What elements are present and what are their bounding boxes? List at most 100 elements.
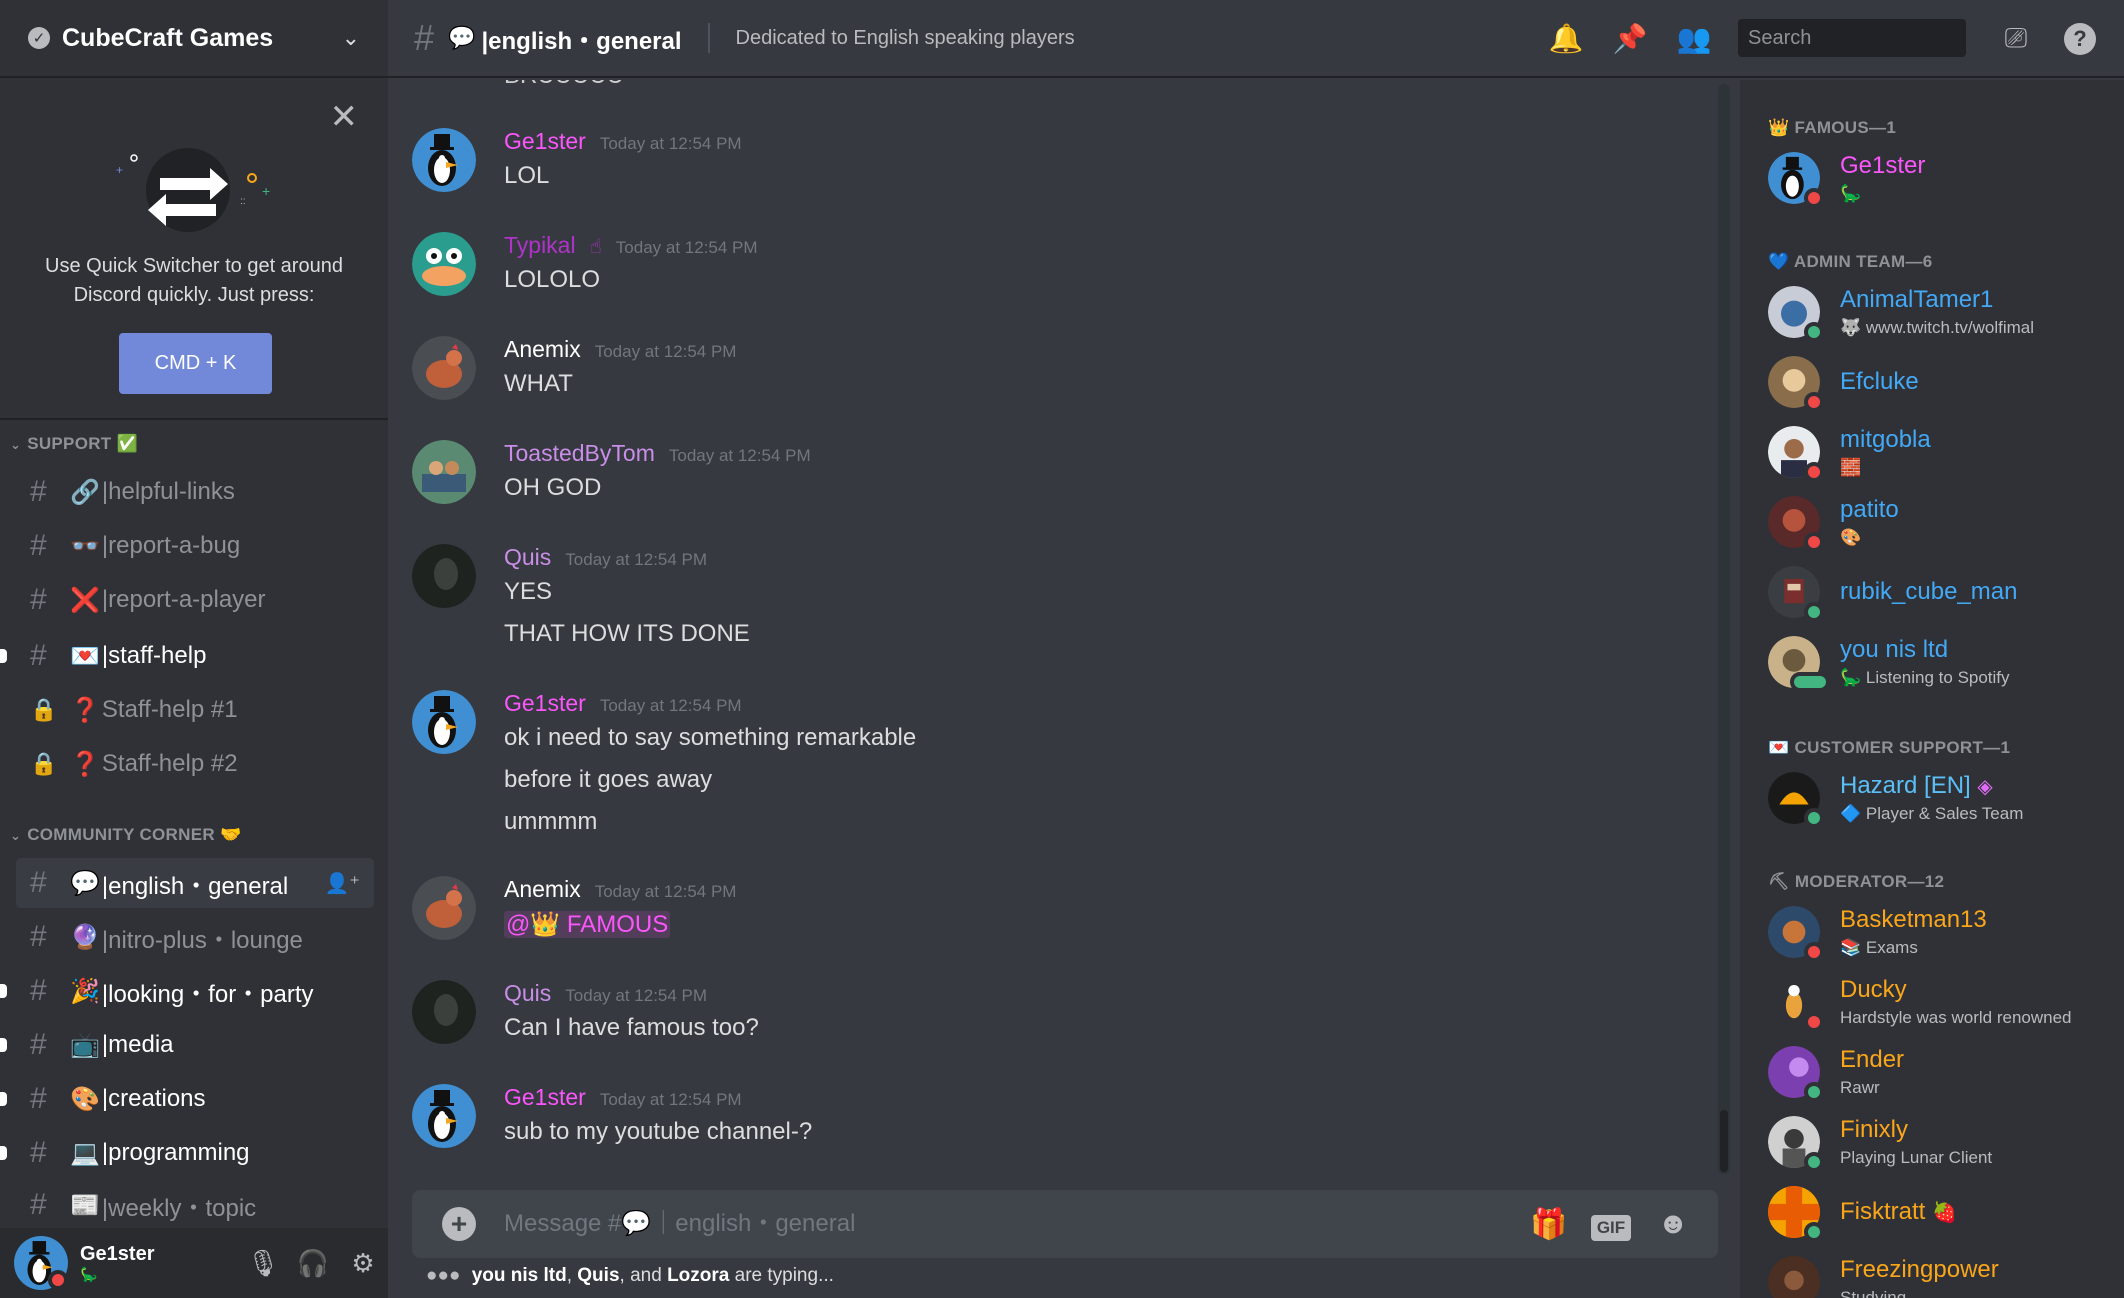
quick-switcher-icon: + + :: bbox=[116, 148, 270, 232]
status-dnd-icon bbox=[1804, 392, 1824, 412]
chicken-avatar bbox=[412, 336, 476, 400]
microphone-icon[interactable]: 🎙 bbox=[238, 1248, 288, 1279]
message-author[interactable]: Anemix bbox=[504, 876, 581, 903]
status-dnd-icon bbox=[1804, 1012, 1824, 1032]
message-author[interactable]: Ge1ster bbox=[504, 128, 586, 155]
avatar[interactable] bbox=[412, 876, 476, 940]
headphones-icon[interactable]: 🎧 bbox=[288, 1248, 338, 1279]
member-item[interactable]: Ducky Hardstyle was world renowned bbox=[1768, 976, 2118, 1036]
member-activity: 🔷 Player & Sales Team bbox=[1840, 804, 2024, 823]
bell-icon[interactable]: 🔔 bbox=[1534, 22, 1598, 55]
emoji-icon[interactable]: ☻ bbox=[1642, 1207, 1704, 1241]
message-list[interactable]: BRUUUUU Ge1ster Today at 12:54 PM LOL Ty… bbox=[388, 80, 1718, 1180]
category-community-corner[interactable]: ⌄ COMMUNITY CORNER 🤝 bbox=[10, 825, 241, 845]
search-input[interactable] bbox=[1748, 26, 2013, 50]
avatar[interactable] bbox=[14, 1236, 68, 1290]
channel-weekly-topic[interactable]: # 📰 |weekly・topic bbox=[16, 1182, 374, 1228]
close-icon[interactable]: ✕ bbox=[330, 100, 359, 134]
settings-gear-icon[interactable]: ⚙ bbox=[338, 1248, 388, 1279]
message-author[interactable]: Ge1ster bbox=[504, 1084, 586, 1111]
message-text: LOLOLO bbox=[504, 266, 601, 293]
chevron-down-icon: ⌄ bbox=[10, 828, 22, 843]
upload-plus-icon[interactable]: + bbox=[442, 1207, 476, 1241]
status-dnd-icon bbox=[1804, 532, 1824, 552]
channel-report-a-bug[interactable]: # 👓 |report-a-bug bbox=[16, 521, 374, 571]
search-bar[interactable]: ⌕ bbox=[1738, 19, 2024, 57]
scrollbar-thumb[interactable] bbox=[1720, 1110, 1728, 1172]
gift-icon[interactable]: 🎁 bbox=[1518, 1207, 1580, 1242]
member-item[interactable]: Efcluke bbox=[1768, 356, 2118, 416]
platypus-avatar bbox=[412, 232, 476, 296]
member-item[interactable]: Ender Rawr bbox=[1768, 1046, 2118, 1106]
member-item[interactable]: Basketman13 📚 Exams bbox=[1768, 906, 2118, 966]
channel-helpful-links[interactable]: # 🔗 |helpful-links bbox=[16, 467, 374, 517]
member-item[interactable]: Freezingpower Studying bbox=[1768, 1256, 2118, 1298]
avatar[interactable] bbox=[412, 544, 476, 608]
gif-button[interactable]: GIF bbox=[1580, 1207, 1642, 1241]
photo-avatar bbox=[412, 440, 476, 504]
member-item[interactable]: Ge1ster 🦕 bbox=[1768, 152, 2118, 212]
member-name: Finixly bbox=[1840, 1116, 1909, 1143]
member-item[interactable]: you nis ltd 🦕 Listening to Spotify bbox=[1768, 636, 2118, 696]
member-activity: 🦕 bbox=[1840, 184, 1862, 203]
username: Ge1ster bbox=[80, 1243, 155, 1265]
channel-media[interactable]: # 📺 |media bbox=[16, 1020, 374, 1070]
channel-english-general[interactable]: # 💬 |english・general 👤⁺ bbox=[16, 858, 374, 908]
message-author[interactable]: Ge1ster bbox=[504, 690, 586, 717]
member-item[interactable]: AnimalTamer1 🐺 www.twitch.tv/wolfimal bbox=[1768, 286, 2118, 346]
pin-icon[interactable]: 📌 bbox=[1598, 22, 1662, 55]
guild-header[interactable]: ✓ CubeCraft Games ⌄ bbox=[0, 0, 388, 78]
avatar[interactable] bbox=[412, 980, 476, 1044]
channel-nitro-plus-lounge[interactable]: # 🔮 |nitro-plus・lounge bbox=[16, 912, 374, 962]
hash-icon: # bbox=[30, 974, 47, 1007]
penguin-avatar bbox=[412, 690, 476, 754]
hash-icon: # bbox=[414, 17, 435, 58]
channel-staff-help-1[interactable]: 🔒 ❓ Staff-help #1 bbox=[16, 685, 374, 735]
avatar[interactable] bbox=[412, 690, 476, 754]
scrollbar-track[interactable] bbox=[1718, 84, 1730, 1174]
channel-creations[interactable]: # 🎨 |creations bbox=[16, 1074, 374, 1124]
hash-icon: # bbox=[30, 920, 47, 953]
channel-staff-help-2[interactable]: 🔒 ❓ Staff-help #2 bbox=[16, 739, 374, 789]
hash-icon: # bbox=[30, 583, 47, 616]
member-name: mitgobla bbox=[1840, 426, 1931, 453]
avatar[interactable] bbox=[412, 128, 476, 192]
svg-text:::: :: bbox=[240, 196, 246, 207]
channel-topic[interactable]: Dedicated to English speaking players bbox=[736, 27, 1534, 50]
member-list[interactable]: 👑 FAMOUS—1 Ge1ster 🦕 💙 ADMIN TEAM—6 Anim… bbox=[1740, 80, 2124, 1298]
message-input[interactable] bbox=[504, 1210, 1518, 1238]
avatar[interactable] bbox=[412, 440, 476, 504]
member-activity: Playing Lunar Client bbox=[1840, 1148, 1993, 1167]
unread-indicator bbox=[0, 1038, 7, 1052]
member-item[interactable]: Hazard [EN] ◈ 🔷 Player & Sales Team bbox=[1768, 772, 2118, 832]
inbox-icon[interactable]: ⎚ bbox=[1984, 22, 2048, 55]
channel-programming[interactable]: # 💻 |programming bbox=[16, 1128, 374, 1178]
quick-switcher-button[interactable]: CMD + K bbox=[119, 333, 272, 394]
message-author[interactable]: Anemix bbox=[504, 336, 581, 363]
message-author[interactable]: Quis bbox=[504, 544, 551, 571]
avatar[interactable] bbox=[412, 232, 476, 296]
avatar[interactable] bbox=[412, 336, 476, 400]
message-author[interactable]: ToastedByTom bbox=[504, 440, 655, 467]
create-invite-icon[interactable]: 👤⁺ bbox=[325, 871, 360, 896]
member-name: you nis ltd bbox=[1840, 636, 1949, 663]
member-item[interactable]: Finixly Playing Lunar Client bbox=[1768, 1116, 2118, 1176]
status-online-icon bbox=[1804, 602, 1824, 622]
channel-staff-help[interactable]: # 💌 |staff-help bbox=[16, 631, 374, 681]
unread-indicator bbox=[0, 984, 7, 998]
message-author[interactable]: Typikal bbox=[504, 232, 576, 259]
message-author[interactable]: Quis bbox=[504, 980, 551, 1007]
member-item[interactable]: mitgobla 🧱 bbox=[1768, 426, 2118, 486]
channel-report-a-player[interactable]: # ❌ |report-a-player bbox=[16, 575, 374, 625]
message-timestamp: Today at 12:54 PM bbox=[565, 550, 708, 569]
role-mention[interactable]: @👑 FAMOUS bbox=[504, 911, 671, 938]
member-item[interactable]: patito 🎨 bbox=[1768, 496, 2118, 556]
member-item[interactable]: rubik_cube_man bbox=[1768, 566, 2118, 626]
chevron-down-icon[interactable]: ⌄ bbox=[342, 25, 360, 51]
member-item[interactable]: Fisktratt 🍓 bbox=[1768, 1186, 2118, 1246]
avatar[interactable] bbox=[412, 1084, 476, 1148]
members-icon[interactable]: 👥 bbox=[1662, 22, 1726, 55]
category-support[interactable]: ⌄ SUPPORT ✅ bbox=[10, 434, 138, 454]
help-icon[interactable]: ? bbox=[2048, 21, 2112, 55]
channel-looking-for-party[interactable]: # 🎉 |looking・for・party bbox=[16, 966, 374, 1016]
